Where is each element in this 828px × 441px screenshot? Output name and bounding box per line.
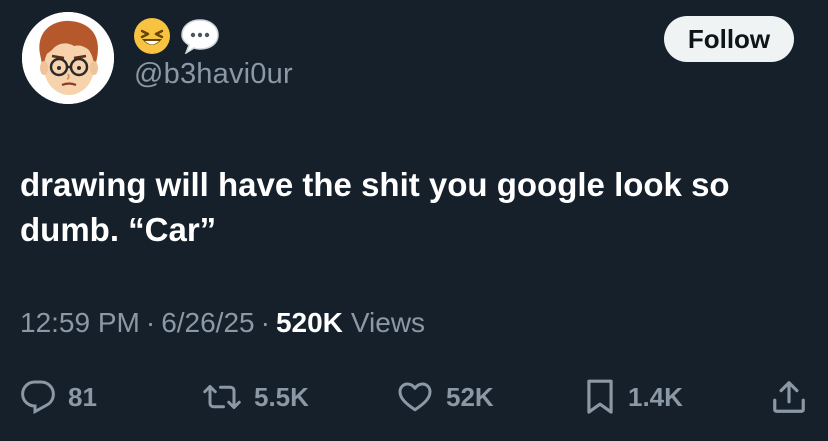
avatar[interactable] <box>22 12 114 104</box>
reply-count: 81 <box>68 381 97 412</box>
like-button[interactable]: 52K <box>396 372 494 422</box>
bookmark-count: 1.4K <box>628 381 683 412</box>
share-icon <box>773 381 805 413</box>
like-count: 52K <box>446 381 494 412</box>
share-button[interactable] <box>770 372 808 422</box>
speech-bubble-emoji-icon <box>181 19 219 54</box>
repost-icon <box>203 385 241 409</box>
laughing-face-emoji-icon <box>134 18 170 54</box>
follow-button[interactable]: Follow <box>664 16 794 62</box>
tweet-action-bar: 81 5.5K 52K 1.4K <box>0 372 828 422</box>
tweet-text: drawing will have the shit you google lo… <box>20 166 730 248</box>
meta-separator: · <box>260 307 270 338</box>
views-count[interactable]: 520K <box>276 307 343 339</box>
tweet-time[interactable]: 12:59 PM <box>20 307 140 339</box>
author-handle[interactable]: @b3havi0ur <box>134 58 293 91</box>
meta-separator: · <box>145 307 156 338</box>
display-name-emojis <box>134 18 220 54</box>
bookmark-button[interactable]: 1.4K <box>584 372 683 422</box>
reply-button[interactable]: 81 <box>20 372 97 422</box>
heart-icon <box>398 382 432 412</box>
tweet-meta: 12:59 PM · 6/26/25 · 520K Views <box>20 307 425 339</box>
views-label[interactable]: Views <box>351 307 425 339</box>
tweet-date[interactable]: 6/26/25 <box>161 307 254 339</box>
mii-avatar-icon <box>22 12 114 104</box>
repost-count: 5.5K <box>254 381 309 412</box>
repost-button[interactable]: 5.5K <box>202 372 309 422</box>
reply-icon <box>21 380 55 415</box>
bookmark-icon <box>587 379 613 414</box>
